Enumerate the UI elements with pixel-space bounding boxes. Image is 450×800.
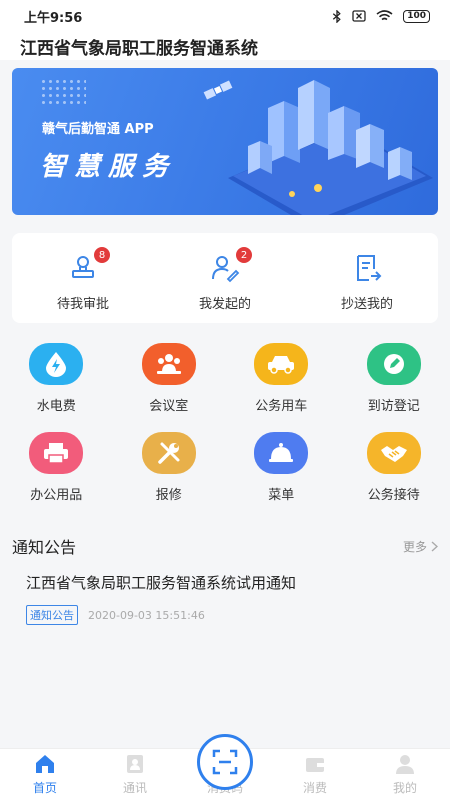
more-label: 更多 [402,539,427,554]
page-title: 江西省气象局职工服务智通系统 [0,32,450,60]
banner-subtitle: 赣气后勤智通 APP [42,122,154,137]
status-time: 上午9:56 [24,10,83,26]
tab-label: 消费 [302,781,327,795]
service-visitor-registration[interactable]: 到访登记 [338,343,450,414]
approval-label: 我发起的 [198,297,251,312]
approval-cc[interactable]: 抄送我的 [296,233,438,323]
service-repair[interactable]: 报修 [113,432,226,503]
smart-city-illustration [203,80,433,215]
tab-contacts[interactable]: 通讯 [90,749,180,800]
service-label: 公务用车 [255,399,308,414]
approval-label: 待我审批 [56,297,109,312]
tab-label: 我的 [392,781,417,795]
notice-more-link[interactable]: 更多 [403,538,438,555]
notice-title-text: 江西省气象局职工服务智通系统试用通知 [26,574,297,592]
notice-meta: 通知公告 2020-09-03 15:51:46 [26,605,426,625]
service-meeting-room[interactable]: 会议室 [113,343,226,414]
service-label: 报修 [155,488,182,503]
approval-initiated[interactable]: 2 我发起的 [154,233,296,323]
tab-consume[interactable]: 消费 [270,749,360,800]
scan-code-button[interactable] [197,734,253,790]
wifi-icon [376,10,393,21]
service-label: 公务接待 [367,488,420,503]
water-drop-bolt-icon [29,343,84,385]
initiated-count-badge: 2 [236,247,252,263]
bluetooth-icon [333,9,341,23]
notice-category-tag: 通知公告 [26,605,78,625]
notice-list-item[interactable]: 江西省气象局职工服务智通系统试用通知 通知公告 2020-09-03 15:51… [26,572,426,625]
banner-headline: 智慧服务 [40,152,177,182]
sim-off-icon [352,10,366,22]
approval-label: 抄送我的 [340,297,393,312]
notice-timestamp: 2020-09-03 15:51:46 [88,608,205,622]
wallet-icon [306,758,324,772]
pending-count-badge: 8 [94,247,110,263]
service-label: 会议室 [149,399,189,414]
document-forward-icon [357,255,382,281]
notice-section-title: 通知公告 [12,538,77,557]
contacts-icon [127,755,143,773]
service-label: 菜单 [268,488,295,503]
notice-header: 通知公告 更多 [12,534,438,558]
tab-label: 首页 [32,781,57,795]
approval-pending[interactable]: 8 待我审批 [12,233,154,323]
approval-card: 8 待我审批 2 我发起的 抄送我的 [12,233,438,323]
person-icon [396,755,414,774]
status-icons: 100 [332,9,430,23]
service-label: 水电费 [36,399,76,414]
car-icon [254,343,309,385]
pencil-icon [366,343,421,385]
status-bar: 上午9:56 100 [0,0,450,32]
tab-home[interactable]: 首页 [0,749,90,800]
tab-profile[interactable]: 我的 [360,749,450,800]
service-office-supplies[interactable]: 办公用品 [0,432,113,503]
service-utilities[interactable]: 水电费 [0,343,113,414]
handshake-icon [366,432,421,474]
service-official-car[interactable]: 公务用车 [225,343,338,414]
service-grid: 水电费 会议室 公务用车 到访登记 办公用品 报修 菜单 公务接待 [0,343,450,503]
food-cloche-icon [254,432,309,474]
battery-indicator: 100 [403,9,430,23]
home-icon [36,755,54,773]
service-menu[interactable]: 菜单 [225,432,338,503]
meeting-people-icon [141,343,196,385]
promo-banner[interactable]: 赣气后勤智通 APP 智慧服务 [12,68,438,215]
banner-dot-pattern [40,78,86,106]
tools-icon [141,432,196,474]
printer-icon [29,432,84,474]
tab-label: 通讯 [122,781,147,795]
scan-code-icon [212,749,238,775]
service-official-reception[interactable]: 公务接待 [338,432,450,503]
service-label: 到访登记 [367,399,420,414]
chevron-right-icon [431,540,438,552]
service-label: 办公用品 [30,488,83,503]
